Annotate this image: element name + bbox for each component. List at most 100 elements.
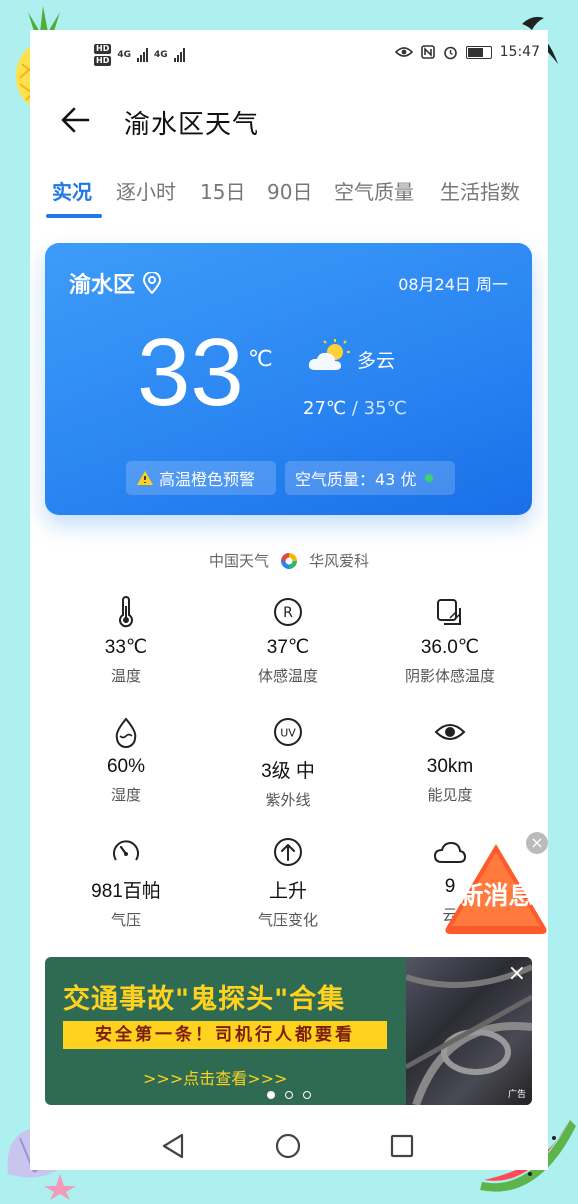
signal-icon [173, 48, 185, 62]
air-quality-chip[interactable]: 空气质量：43 优 [285, 461, 455, 495]
metric-value: 36.0℃ [420, 637, 480, 658]
svg-text:R: R [283, 605, 293, 621]
carousel-dot[interactable] [266, 1091, 275, 1099]
huafeng-logo-icon [281, 552, 297, 569]
ad-close-icon[interactable]: × [508, 961, 526, 986]
location[interactable]: 渝水区 [69, 267, 162, 299]
current-weather-card[interactable]: 渝水区 08月24日 周一 33 ℃ 多云 27℃ / 35℃ 高温橙色预警 空… [45, 243, 532, 515]
close-icon[interactable]: × [526, 832, 548, 854]
metric-humidity: 60% 湿度 [46, 716, 206, 805]
metric-label: 温度 [110, 667, 141, 685]
metric-value: 33℃ [104, 637, 148, 658]
source-huafeng: 华风爱科 [309, 552, 370, 570]
tab-hourly[interactable]: 逐小时 [116, 176, 176, 205]
weather-warning-chip[interactable]: 高温橙色预警 [126, 461, 276, 495]
location-name: 渝水区 [69, 273, 136, 298]
weather-condition: 多云 [357, 350, 396, 372]
low-temp: 27℃ [303, 398, 347, 419]
warning-icon [137, 471, 153, 485]
tab-90-day[interactable]: 90日 [267, 176, 312, 205]
status-icons: 15:47 [394, 44, 540, 60]
battery-icon [465, 45, 492, 59]
signal-icon [137, 48, 148, 62]
eye-icon [394, 47, 413, 57]
tab-live[interactable]: 实况 [52, 176, 92, 205]
active-tab-indicator [46, 214, 102, 218]
tab-bar: 实况 逐小时 15日 90日 空气质量 生活指数 [30, 170, 548, 220]
ad-banner[interactable]: 交通事故"鬼探头"合集 安全第一条！司机行人都要看 >>>点击查看>>> × 广… [45, 957, 532, 1105]
carousel-dots [45, 1091, 532, 1099]
arrow-left-icon [61, 107, 90, 133]
data-source: 中国天气 华风爱科 [30, 550, 548, 571]
metric-feels-like: R 37℃ 体感温度 [208, 596, 368, 686]
metric-label: 气压 [110, 911, 141, 929]
thermometer-icon [119, 596, 133, 628]
hd-badge: HD [94, 56, 112, 66]
metric-value: 30km [426, 756, 474, 777]
source-cma: 中国天气 [208, 552, 269, 570]
page-title: 渝水区天气 [124, 110, 260, 140]
carousel-dot[interactable] [302, 1091, 311, 1099]
circle-home-icon [275, 1133, 301, 1159]
warning-text: 高温橙色预警 [159, 470, 256, 489]
tab-air-quality[interactable]: 空气质量 [334, 176, 414, 205]
gauge-icon [113, 840, 139, 861]
alarm-icon [443, 46, 457, 59]
air-quality-text: 空气质量：43 优 [295, 470, 417, 489]
humidity-icon [115, 717, 137, 748]
network-type: 4G [154, 50, 168, 60]
shade-icon [437, 599, 461, 625]
metric-uv: UV 3级 中 紫外线 [208, 716, 368, 810]
hd-badge: HD [94, 44, 112, 54]
metric-pressure: 981百帕 气压 [46, 836, 206, 930]
phone-screen: HD HD 4G 4G 15:47 渝水区天气 实况 逐小时 15日 90日 空… [30, 30, 548, 1170]
status-bar: HD HD 4G 4G 15:47 [30, 30, 548, 82]
pressure-up-icon [274, 838, 302, 866]
metric-value: 上升 [268, 881, 307, 902]
triangle-back-icon [162, 1133, 184, 1159]
nav-recents-button[interactable] [386, 1130, 418, 1162]
back-button[interactable] [58, 102, 94, 138]
nav-back-button[interactable] [158, 1130, 190, 1162]
location-pin-icon [143, 272, 162, 294]
metric-value: 981百帕 [91, 881, 161, 902]
clock: 15:47 [499, 44, 540, 60]
uv-icon: UV [274, 718, 302, 746]
news-badge-text: 新消息 [458, 881, 534, 910]
temperature-unit: ℃ [248, 347, 273, 372]
metric-label: 阴影体感温度 [404, 667, 495, 685]
square-recents-icon [390, 1134, 414, 1158]
high-temp: 35℃ [363, 398, 407, 419]
metric-label: 能见度 [427, 786, 473, 804]
air-quality-dot [425, 474, 434, 482]
metric-visibility: 30km 能见度 [370, 716, 530, 805]
metric-shade-feels-like: 36.0℃ 阴影体感温度 [370, 596, 530, 686]
metric-value: 60% [106, 756, 146, 777]
metric-temperature: 33℃ 温度 [46, 596, 206, 686]
metric-value: 37℃ [266, 637, 310, 658]
metric-value: 3级 中 [261, 761, 315, 782]
network-indicators: HD HD 4G 4G [94, 44, 185, 66]
network-type: 4G [117, 50, 131, 60]
metric-label: 紫外线 [265, 791, 311, 809]
metric-pressure-change: 上升 气压变化 [208, 836, 368, 930]
carousel-dot[interactable] [284, 1091, 293, 1099]
tab-15-day[interactable]: 15日 [200, 176, 245, 205]
realfeel-icon: R [274, 598, 302, 626]
date: 08月24日 周一 [398, 275, 508, 294]
metric-label: 湿度 [110, 786, 141, 804]
range-separator: / [351, 398, 358, 419]
ad-title: 交通事故"鬼探头"合集 [63, 984, 346, 1015]
nfc-icon [420, 45, 435, 59]
eye-icon [434, 724, 466, 740]
ad-subtitle: 安全第一条！司机行人都要看 [63, 1021, 387, 1049]
metric-label: 气压变化 [257, 911, 318, 929]
temperature-range: 27℃ / 35℃ [303, 398, 407, 419]
current-temperature: 33 [137, 319, 244, 426]
svg-text:UV: UV [280, 727, 296, 740]
app-header: 渝水区天气 [30, 90, 548, 150]
tab-life-index[interactable]: 生活指数 [440, 176, 520, 205]
system-nav-bar [30, 1120, 548, 1170]
ad-cta[interactable]: >>>点击查看>>> [143, 1065, 287, 1089]
nav-home-button[interactable] [272, 1130, 304, 1162]
